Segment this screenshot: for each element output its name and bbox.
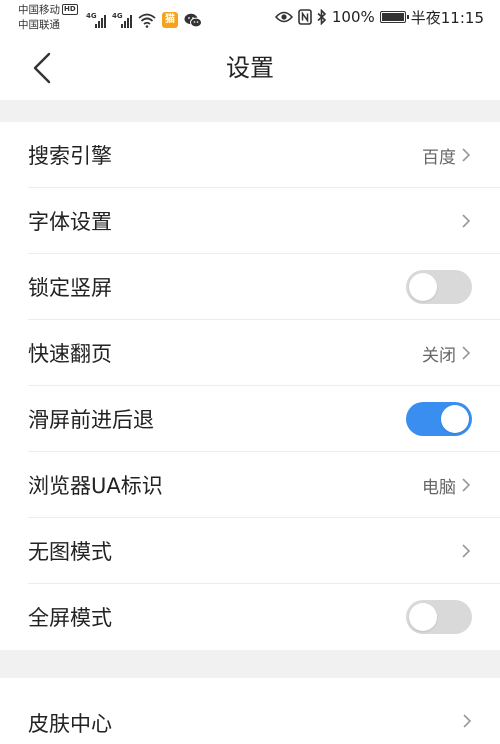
setting-user-agent[interactable]: 浏览器UA标识 电脑: [0, 452, 500, 518]
bluetooth-icon: [317, 9, 327, 25]
status-icons-left: 4G 4G 猫: [86, 8, 202, 28]
page-title: 设置: [226, 54, 274, 82]
signal-icon-2: 4G: [112, 12, 132, 28]
setting-no-image[interactable]: 无图模式: [0, 518, 500, 584]
setting-font[interactable]: 字体设置: [0, 188, 500, 254]
settings-list: 搜索引擎 百度 字体设置 锁定竖屏 快速翻页 关闭 滑屏前进后退 浏览器UA标识…: [0, 122, 500, 650]
wifi-icon: [138, 13, 156, 28]
toggle-knob: [409, 603, 437, 631]
carrier-2: 中国联通: [18, 19, 60, 31]
battery-percent: 100%: [331, 8, 375, 26]
toggle-knob: [409, 273, 437, 301]
carrier-info: 中国移动 HD 中国联通: [18, 3, 78, 33]
setting-label: 全屏模式: [28, 606, 112, 630]
setting-label: 皮肤中心: [28, 712, 112, 736]
setting-search-engine[interactable]: 搜索引擎 百度: [0, 122, 500, 188]
setting-value: 百度: [422, 147, 456, 168]
setting-label: 字体设置: [28, 210, 112, 234]
setting-swipe-nav: 滑屏前进后退: [0, 386, 500, 452]
status-bar: 中国移动 HD 中国联通 4G 4G 猫 100% 半夜11:15: [0, 0, 500, 36]
clock: 半夜11:15: [410, 8, 484, 27]
status-icons-right: 100% 半夜11:15: [274, 7, 484, 27]
lock-portrait-toggle[interactable]: [406, 270, 472, 304]
title-bar: 设置: [0, 36, 500, 100]
chevron-right-icon: [460, 213, 472, 229]
section-gap: [0, 100, 500, 122]
hd-badge: HD: [62, 4, 78, 15]
setting-label: 无图模式: [28, 540, 112, 564]
wechat-icon: [184, 13, 202, 28]
chevron-right-icon: [460, 147, 472, 163]
toggle-knob: [441, 405, 469, 433]
section-gap: [0, 650, 500, 678]
signal-icon-1: 4G: [86, 12, 106, 28]
setting-value: 电脑: [422, 477, 456, 498]
chevron-right-icon: [462, 713, 472, 733]
setting-value: 关闭: [422, 345, 456, 366]
fullscreen-toggle[interactable]: [406, 600, 472, 634]
nfc-icon: [298, 9, 312, 25]
app-notification-icon: 猫: [162, 12, 178, 28]
setting-label: 搜索引擎: [28, 144, 112, 168]
battery-icon: [379, 11, 409, 23]
eye-icon: [274, 11, 293, 23]
setting-skin-center[interactable]: 皮肤中心: [0, 678, 500, 744]
chevron-right-icon: [460, 345, 472, 361]
chevron-right-icon: [460, 477, 472, 493]
setting-label: 滑屏前进后退: [28, 408, 154, 432]
setting-label: 快速翻页: [28, 342, 112, 366]
swipe-nav-toggle[interactable]: [406, 402, 472, 436]
chevron-right-icon: [460, 543, 472, 559]
setting-label: 锁定竖屏: [28, 276, 112, 300]
setting-fast-page[interactable]: 快速翻页 关闭: [0, 320, 500, 386]
setting-fullscreen: 全屏模式: [0, 584, 500, 650]
setting-lock-portrait: 锁定竖屏: [0, 254, 500, 320]
carrier-1: 中国移动: [18, 4, 60, 16]
setting-label: 浏览器UA标识: [28, 474, 163, 498]
